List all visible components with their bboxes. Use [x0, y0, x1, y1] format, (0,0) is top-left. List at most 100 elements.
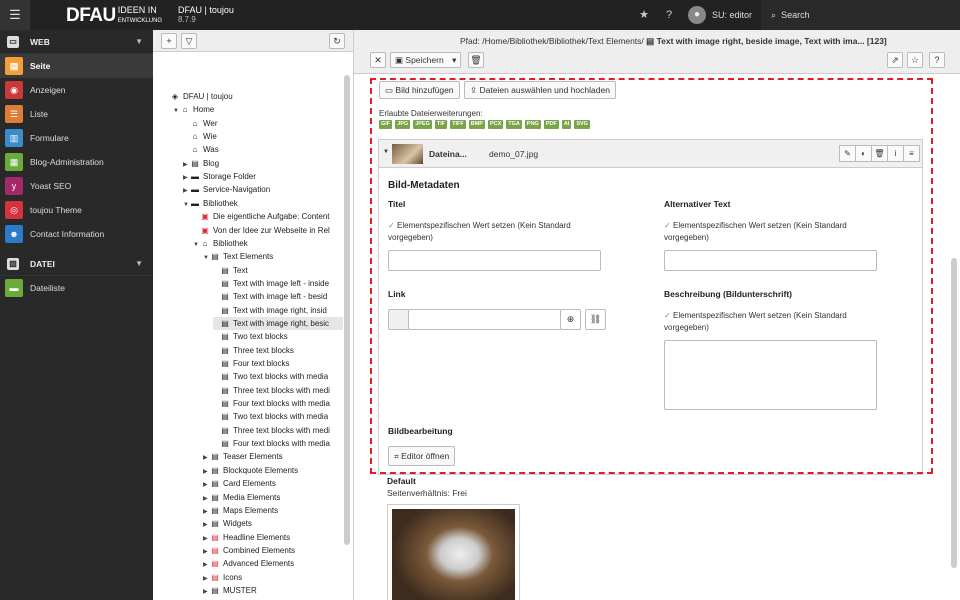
open-new-window-icon[interactable]: ⇗: [887, 52, 903, 68]
tree-node-label: Bibliothek: [213, 238, 248, 248]
tree-node[interactable]: ▤ Three text blocks: [213, 344, 343, 357]
page-icon: ▤: [221, 265, 229, 275]
module-contact[interactable]: ☻ Contact Information: [0, 222, 153, 246]
expand-icon[interactable]: ▶: [203, 519, 210, 530]
tree-node[interactable]: ▼ ▬ Bibliothek: [183, 197, 343, 210]
chevron-down-icon: ▼: [135, 259, 143, 268]
expand-icon[interactable]: ▶: [183, 159, 190, 170]
tree-node[interactable]: ▤ Three text blocks with medi: [213, 424, 343, 437]
delete-icon[interactable]: 🗑: [468, 52, 484, 68]
tree-node[interactable]: ▶ ▬ Service-Navigation: [183, 183, 343, 196]
tree-node[interactable]: ▶ ▤ Media Elements: [203, 491, 343, 504]
tree-node[interactable]: ▼ ⌂ Bibliothek: [193, 237, 343, 250]
module-blog[interactable]: ▦ Blog-Administration: [0, 150, 153, 174]
tree-node[interactable]: ▶ ▬ Storage Folder: [183, 170, 343, 183]
tree-node[interactable]: ▶ ▤ Headline Elements: [203, 531, 343, 544]
tree-node[interactable]: ▤ Three text blocks with medi: [213, 384, 343, 397]
page-icon: ▤: [221, 292, 229, 302]
tree-node-label: MUSTER: [223, 585, 257, 595]
expand-icon[interactable]: ▶: [183, 185, 190, 196]
expand-icon[interactable]: ▶: [203, 546, 210, 557]
expand-icon[interactable]: ▶: [203, 479, 210, 490]
page-icon: ⌂: [192, 132, 198, 142]
tree-node-label: Wer: [203, 118, 218, 128]
expand-icon[interactable]: ▶: [203, 466, 210, 477]
module-theme[interactable]: ◎ toujou Theme: [0, 198, 153, 222]
tree-node[interactable]: ▶ ▤ Combined Elements: [203, 544, 343, 557]
tree-node[interactable]: ▶ ▤ Blog: [183, 157, 343, 170]
module-dateiliste[interactable]: ▬ Dateiliste: [0, 276, 153, 300]
tree-node-label: Widgets: [223, 519, 252, 529]
logo[interactable]: DFAU IDEEN IN ENTWICKLUNG: [66, 5, 162, 27]
expand-icon[interactable]: ▶: [203, 559, 210, 570]
expand-icon[interactable]: ▶: [203, 573, 210, 584]
expand-icon[interactable]: ▼: [183, 199, 190, 210]
tree-node[interactable]: ◈ DFAU | toujou: [163, 90, 343, 103]
module-liste[interactable]: ☰ Liste: [0, 102, 153, 126]
tree-node[interactable]: ▶ ▤ Advanced Elements: [203, 557, 343, 570]
module-group-web[interactable]: ▭ WEB ▼: [0, 30, 153, 54]
tree-node[interactable]: ▣ Von der Idee zur Webseite in Rel: [193, 224, 343, 237]
tree-node[interactable]: ▶ ▤ Widgets: [203, 517, 343, 530]
star-icon[interactable]: ★: [637, 8, 651, 22]
preview-image: [392, 509, 515, 600]
tree-node[interactable]: ▤ Two text blocks with media: [213, 410, 343, 423]
expand-icon[interactable]: ▶: [203, 586, 210, 597]
tree-node[interactable]: ▶ ▤ Card Elements: [203, 477, 343, 490]
expand-icon[interactable]: ▶: [203, 493, 210, 504]
tree-node[interactable]: ▶ ▤ MUSTER: [203, 584, 343, 597]
tree-node[interactable]: ▤ Four text blocks with media: [213, 397, 343, 410]
chevron-down-icon: ▼: [135, 37, 143, 46]
tree-node[interactable]: ▤ Text with image left - inside: [213, 277, 343, 290]
expand-icon[interactable]: ▶: [203, 452, 210, 463]
expand-icon[interactable]: ▼: [193, 239, 200, 250]
form-area: ▭ Bild hinzufügen ⇪ Dateien auswählen un…: [354, 74, 960, 600]
tree-scrollbar[interactable]: [344, 75, 350, 545]
menu-toggle-icon[interactable]: ☰: [0, 0, 30, 30]
module-anzeigen[interactable]: ◉ Anzeigen: [0, 78, 153, 102]
tree-node[interactable]: ⌂ Wie: [183, 130, 343, 143]
save-button[interactable]: ▣ Speichern ▾: [390, 52, 462, 68]
tree-node[interactable]: ▤ Two text blocks with media: [213, 370, 343, 383]
breadcrumb: Pfad: /Home/Bibliothek/Bibliothek/Text E…: [460, 36, 887, 46]
tree-node[interactable]: ⌂ Wer: [183, 117, 343, 130]
tree-node[interactable]: ⌂ Was: [183, 143, 343, 156]
tree-node[interactable]: ▤ Four text blocks with media: [213, 437, 343, 450]
expand-icon[interactable]: ▶: [203, 506, 210, 517]
refresh-icon[interactable]: ↻: [329, 33, 345, 49]
new-page-icon[interactable]: +: [161, 33, 177, 49]
tree-node[interactable]: ▤ Four text blocks: [213, 357, 343, 370]
tree-node[interactable]: ▶ ▤ Teaser Elements: [203, 450, 343, 463]
tree-node[interactable]: ▶ ▤ Maps Elements: [203, 504, 343, 517]
close-icon[interactable]: ✕: [370, 52, 386, 68]
tree-node[interactable]: ▤ Text with image right, insid: [213, 304, 343, 317]
page-icon: ▤: [221, 359, 229, 368]
list-icon: ☰: [5, 105, 23, 123]
bookmark-icon[interactable]: ☆: [907, 52, 923, 68]
module-seite[interactable]: ▤ Seite: [0, 54, 153, 78]
tree-node[interactable]: ▤ Text: [213, 264, 343, 277]
page-icon: ▤: [221, 278, 229, 288]
page-icon: ▤: [221, 385, 229, 395]
tree-node[interactable]: ▶ ▤ Icons: [203, 571, 343, 584]
tree-node[interactable]: ▤ Text with image right, besic: [213, 316, 343, 330]
help-icon[interactable]: ?: [662, 8, 676, 22]
filter-icon[interactable]: ▽: [181, 33, 197, 49]
module-yoast[interactable]: y Yoast SEO: [0, 174, 153, 198]
tree-node[interactable]: ▣ Die eigentliche Aufgabe: Content: [193, 210, 343, 223]
tree-node[interactable]: ▼ ⌂ Home: [173, 103, 343, 116]
user-menu[interactable]: ● SU: editor: [688, 0, 752, 30]
tree-node[interactable]: ▤ Two text blocks: [213, 330, 343, 343]
module-group-datei[interactable]: ▧ DATEI ▼: [0, 252, 153, 276]
module-formulare[interactable]: ▥ Formulare: [0, 126, 153, 150]
expand-icon[interactable]: ▼: [203, 252, 210, 263]
expand-icon[interactable]: ▶: [203, 533, 210, 544]
tree-node[interactable]: ▼ ▤ Text Elements: [203, 250, 343, 263]
tree-node[interactable]: ▶ ▤ Blockquote Elements: [203, 464, 343, 477]
search-button[interactable]: ⌕ Search: [761, 0, 960, 30]
help-icon[interactable]: ?: [929, 52, 945, 68]
expand-icon[interactable]: ▶: [183, 172, 190, 183]
content-scrollbar[interactable]: [951, 258, 957, 568]
expand-icon[interactable]: ▼: [173, 105, 180, 116]
tree-node[interactable]: ▤ Text with image left - besid: [213, 290, 343, 303]
